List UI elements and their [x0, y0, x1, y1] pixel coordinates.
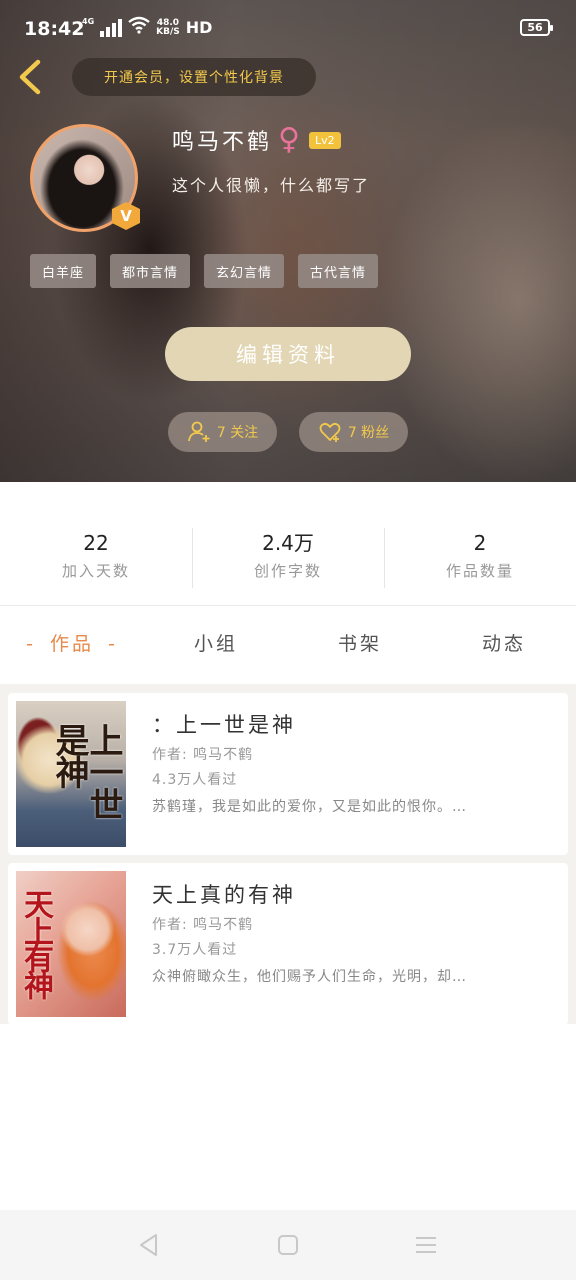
user-name: 鸣马不鹤 — [172, 130, 273, 155]
book-card[interactable]: 天上有神 天上真的有神 作者: 鸣马不鹤 3.7万人看过 众神俯瞰众生，他们赐予… — [8, 863, 568, 1025]
cover-title: 天上有神 — [18, 889, 53, 997]
add-user-icon — [187, 421, 210, 442]
book-readers: 4.3万人看过 — [152, 772, 238, 788]
tab-groups[interactable]: 小组 — [144, 622, 288, 666]
nav-back-button[interactable] — [134, 1230, 164, 1260]
status-bar: 18:42 4G 48.0 KB/S HD 56 — [0, 0, 576, 58]
book-info: 天上真的有神 作者: 鸣马不鹤 3.7万人看过 众神俯瞰众生，他们赐予人们生命，… — [152, 879, 552, 991]
level-badge: Lv2 — [309, 131, 341, 149]
nav-menu-button[interactable] — [411, 1230, 441, 1260]
tab-activity[interactable]: 动态 — [432, 622, 576, 666]
book-author: 作者: 鸣马不鹤 — [152, 747, 254, 763]
tab-label: 书架 — [337, 633, 382, 655]
signal-icon — [100, 18, 123, 37]
back-button[interactable] — [14, 56, 48, 98]
cover-title: 上一世是神 — [49, 723, 123, 819]
stat-value: 22 — [83, 531, 109, 555]
chevron-left-icon — [19, 59, 41, 95]
book-cover: 上一世是神 — [16, 701, 126, 847]
book-author: 作者: 鸣马不鹤 — [152, 917, 254, 933]
fans-label: 7 粉丝 — [347, 425, 390, 441]
book-info: ：上一世是神 作者: 鸣马不鹤 4.3万人看过 苏鹤瑾，我是如此的爱你，又是如此… — [152, 709, 552, 821]
nav-home-button[interactable] — [273, 1230, 303, 1260]
stats-row: 22 加入天数 2.4万 创作字数 2 作品数量 — [0, 526, 576, 590]
user-bio: 这个人很懒，什么都写了 — [172, 176, 371, 195]
battery-icon: 56 — [520, 19, 553, 36]
stat-value: 2.4万 — [262, 531, 314, 555]
avatar[interactable]: V — [30, 124, 140, 232]
book-description: 众神俯瞰众生，他们赐予人们生命，光明，却… — [152, 969, 467, 985]
network-speed: 48.0 KB/S — [156, 18, 180, 37]
stat-label: 加入天数 — [61, 562, 130, 580]
edit-profile-button[interactable]: 编辑资料 — [165, 327, 411, 381]
system-nav-bar — [0, 1210, 576, 1280]
hd-indicator: HD — [185, 18, 213, 37]
heart-icon — [319, 422, 341, 442]
stat-label: 作品数量 — [445, 562, 514, 580]
home-square-icon — [278, 1235, 298, 1255]
status-icons: 4G 48.0 KB/S HD — [82, 16, 212, 39]
book-description: 苏鹤瑾，我是如此的爱你，又是如此的恨你。… — [152, 799, 467, 815]
female-icon: ♀ — [278, 122, 303, 157]
profile-header: 18:42 4G 48.0 KB/S HD 56 开通会员，设置个性化背景 V … — [0, 0, 576, 482]
tab-label: 作品 — [12, 633, 132, 655]
stat-word-count: 2.4万 创作字数 — [192, 526, 384, 590]
tag-item: 玄幻言情 — [204, 254, 285, 288]
stat-join-days: 22 加入天数 — [0, 526, 192, 590]
back-triangle-icon — [140, 1234, 157, 1256]
vip-banner-button[interactable]: 开通会员，设置个性化背景 — [72, 58, 316, 96]
tab-bar: 作品 小组 书架 动态 — [0, 622, 576, 666]
wifi-icon — [128, 16, 150, 39]
tab-label: 动态 — [481, 633, 526, 655]
following-button[interactable]: 7 关注 — [168, 412, 277, 452]
following-label: 7 关注 — [216, 425, 259, 441]
stat-works-count: 2 作品数量 — [384, 526, 576, 590]
speed-unit: KB/S — [156, 26, 180, 37]
menu-lines-icon — [416, 1237, 436, 1253]
network-type: 4G — [82, 16, 95, 26]
book-readers: 3.7万人看过 — [152, 942, 238, 958]
tab-works[interactable]: 作品 — [0, 622, 144, 666]
tab-label: 小组 — [193, 633, 238, 655]
book-card[interactable]: 上一世是神 ：上一世是神 作者: 鸣马不鹤 4.3万人看过 苏鹤瑾，我是如此的爱… — [8, 693, 568, 855]
user-tags: 白羊座 都市言情 玄幻言情 古代言情 — [30, 254, 379, 288]
stat-label: 创作字数 — [253, 562, 322, 580]
status-time: 18:42 — [24, 18, 85, 40]
tab-bookshelf[interactable]: 书架 — [288, 622, 432, 666]
book-cover: 天上有神 — [16, 871, 126, 1017]
fans-button[interactable]: 7 粉丝 — [299, 412, 408, 452]
user-name-row: 鸣马不鹤 ♀ Lv2 — [172, 124, 341, 156]
tag-item: 都市言情 — [110, 254, 191, 288]
divider — [0, 605, 576, 606]
tag-item: 古代言情 — [298, 254, 379, 288]
book-title: 天上真的有神 — [152, 883, 296, 907]
book-title: ：上一世是神 — [152, 713, 296, 737]
tag-item: 白羊座 — [30, 254, 97, 288]
stat-value: 2 — [473, 531, 487, 555]
